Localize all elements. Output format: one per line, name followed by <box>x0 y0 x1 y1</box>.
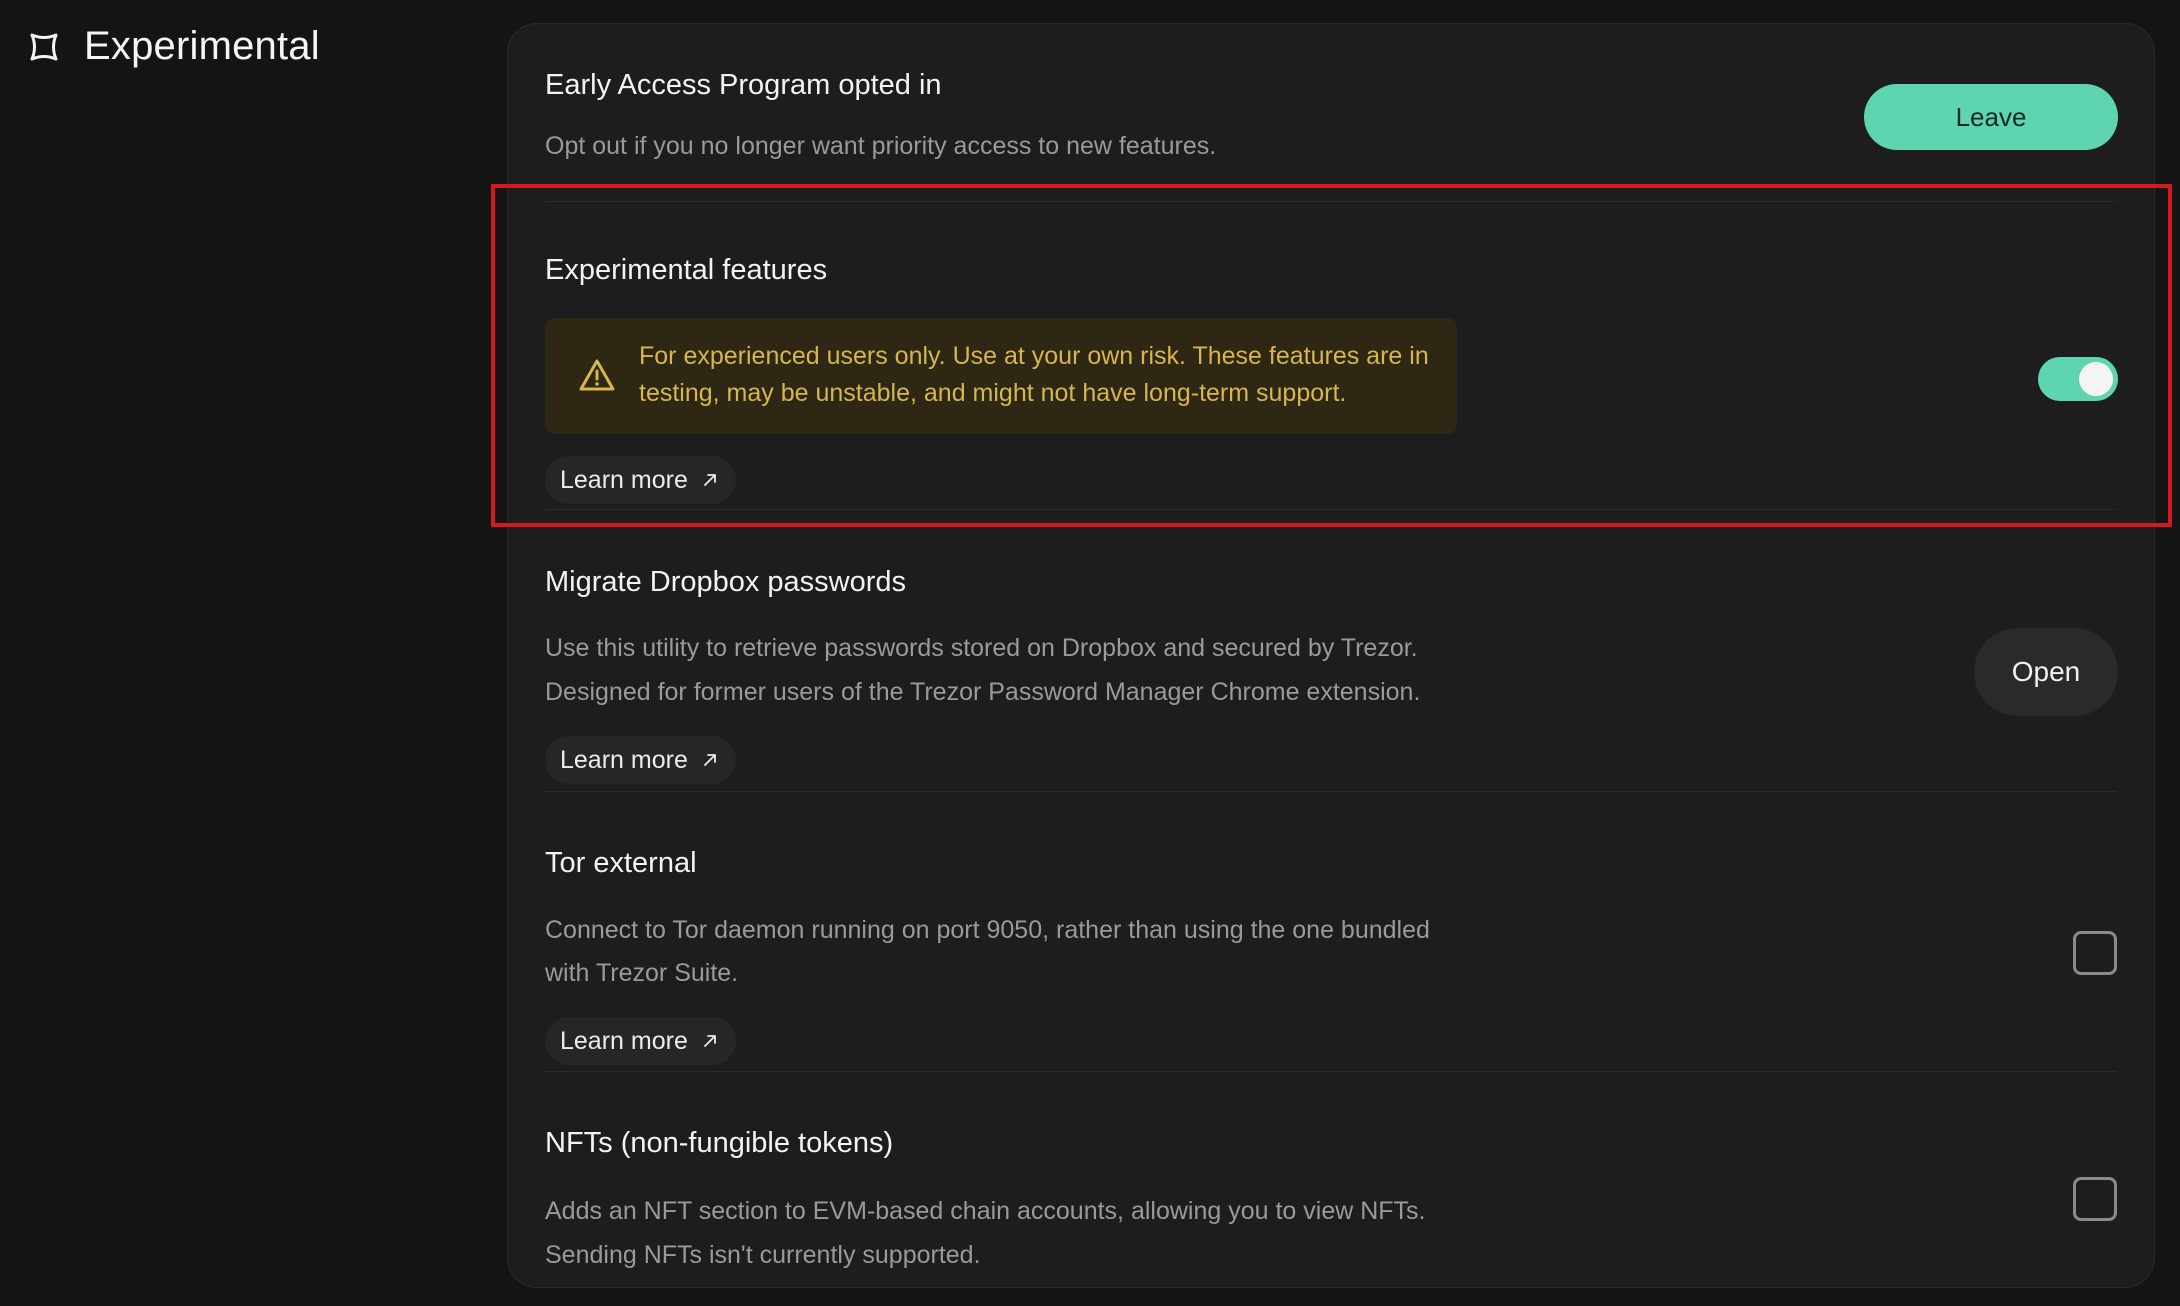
early-access-title: Early Access Program opted in <box>545 69 942 101</box>
tor-row: Tor external Connect to Tor daemon runni… <box>508 792 2154 1072</box>
dropbox-title: Migrate Dropbox passwords <box>545 566 907 598</box>
section-title: Experimental <box>84 24 320 68</box>
experimental-features-toggle[interactable] <box>2038 357 2118 401</box>
early-access-row: Early Access Program opted in Opt out if… <box>508 24 2154 202</box>
nfts-description-line2: Sending NFTs isn't currently supported. <box>545 1241 981 1269</box>
external-link-icon <box>703 474 716 486</box>
external-link-icon <box>703 1035 716 1047</box>
tor-description-line1: Connect to Tor daemon running on port 90… <box>545 916 1430 944</box>
dropbox-row: Migrate Dropbox passwords Use this utili… <box>508 510 2154 792</box>
settings-page: Experimental Early Access Program opted … <box>0 0 2180 1306</box>
settings-card: Early Access Program opted in Opt out if… <box>507 23 2155 1288</box>
tor-description-line2: with Trezor Suite. <box>545 959 739 987</box>
warning-text: For experienced users only. Use at your … <box>639 342 1429 407</box>
experimental-features-row: Experimental features For experienced us… <box>508 202 2154 510</box>
warning-icon <box>579 359 615 391</box>
experimental-icon <box>30 33 58 60</box>
learn-more-label: Learn more <box>560 745 688 774</box>
nfts-description-line1: Adds an NFT section to EVM-based chain a… <box>545 1197 1426 1225</box>
learn-more-label: Learn more <box>560 465 688 494</box>
learn-more-link[interactable]: Learn more <box>545 1017 736 1065</box>
early-access-description: Opt out if you no longer want priority a… <box>545 132 1217 160</box>
learn-more-link[interactable]: Learn more <box>545 456 736 504</box>
nfts-row: NFTs (non-fungible tokens) Adds an NFT s… <box>508 1072 2154 1287</box>
tor-external-checkbox[interactable] <box>2073 931 2117 975</box>
tor-title: Tor external <box>545 847 697 879</box>
open-button[interactable]: Open <box>1974 628 2118 716</box>
external-link-icon <box>703 754 716 766</box>
dropbox-description-line2: Designed for former users of the Trezor … <box>545 678 1421 706</box>
nfts-title: NFTs (non-fungible tokens) <box>545 1127 894 1159</box>
nfts-checkbox[interactable] <box>2073 1177 2117 1221</box>
experimental-features-title: Experimental features <box>545 254 828 286</box>
section-header: Experimental <box>26 24 320 69</box>
warning-banner: For experienced users only. Use at your … <box>545 318 1457 434</box>
dropbox-description-line1: Use this utility to retrieve passwords s… <box>545 634 1418 662</box>
toggle-knob <box>2079 362 2113 396</box>
learn-more-label: Learn more <box>560 1026 688 1055</box>
learn-more-link[interactable]: Learn more <box>545 736 736 784</box>
leave-button[interactable]: Leave <box>1864 84 2118 150</box>
